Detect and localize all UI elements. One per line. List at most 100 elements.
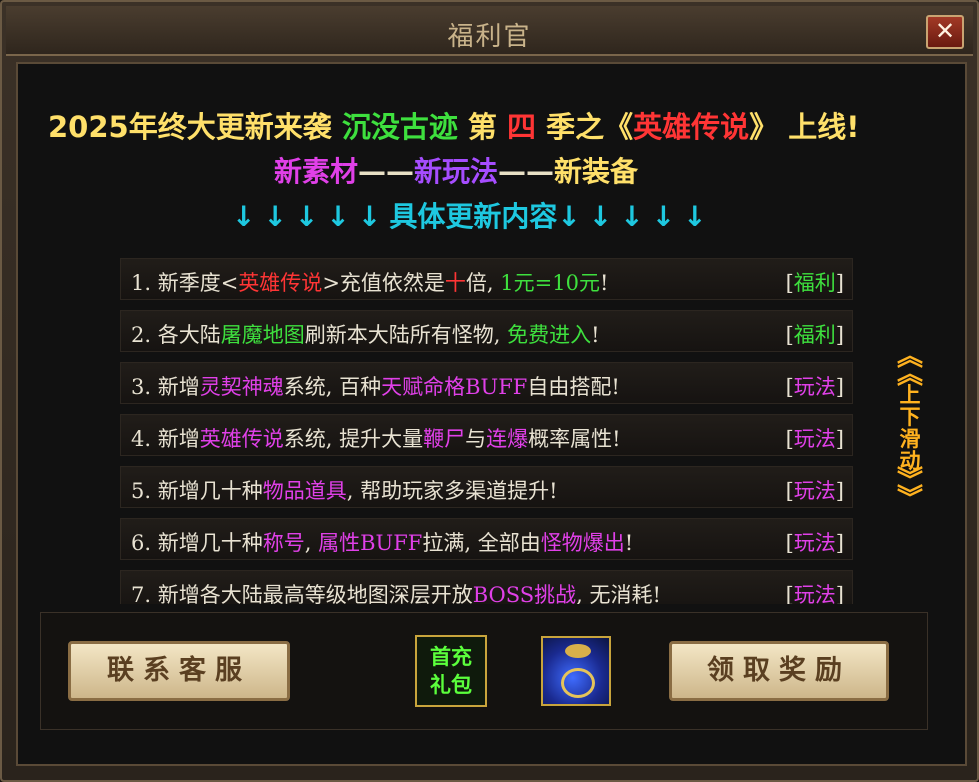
update-text-segment: 2. 各大陆 — [131, 323, 221, 347]
update-tag: [玩法] — [786, 371, 844, 401]
chevron-down-icon: ︾ — [896, 484, 923, 514]
update-tag: [福利] — [786, 267, 844, 297]
bag-knot — [565, 644, 591, 658]
update-text-segment: 称号 — [262, 531, 305, 555]
contact-support-button[interactable]: 联系客服 — [68, 641, 290, 701]
tag-bracket: ] — [835, 427, 844, 451]
first-recharge-gift-icon[interactable]: 首充 礼包 — [415, 635, 487, 707]
update-row: 5. 新增几十种物品道具, 帮助玩家多渠道提升! [玩法] — [120, 466, 853, 508]
update-text: 2. 各大陆屠魔地图刷新本大陆所有怪物, 免费进入! — [131, 319, 600, 349]
tag-bracket: [ — [785, 427, 794, 451]
tag-bracket: ] — [835, 479, 844, 503]
gift-label: 礼包 — [430, 672, 472, 697]
tag-label: 玩法 — [793, 427, 836, 451]
reward-bag-icon[interactable] — [541, 636, 611, 706]
update-tag: [玩法] — [786, 527, 844, 557]
close-button[interactable]: ✕ — [926, 15, 964, 49]
update-row: 7. 新增各大陆最高等级地图深层开放BOSS挑战, 无消耗! [玩法] — [120, 570, 853, 604]
update-text-segment: 与 — [465, 427, 487, 451]
update-text-segment: 灵契神魂 — [199, 375, 284, 399]
update-text-segment: ! — [599, 271, 609, 295]
claim-reward-button[interactable]: 领取奖励 — [669, 641, 889, 701]
update-text-segment: 十 — [444, 271, 466, 295]
down-arrows-left: ↓↓↓↓↓ — [232, 200, 390, 233]
update-row: 4. 新增英雄传说系统, 提升大量鞭尸与连爆概率属性! [玩法] — [120, 414, 853, 456]
update-text-segment: 4. 新增 — [131, 427, 200, 451]
update-text-segment: 刷新本大陆所有怪物, — [304, 323, 508, 347]
tag-label: 福利 — [793, 323, 836, 347]
update-text-segment: 属性BUFF — [318, 531, 423, 555]
tag-bracket: [ — [785, 531, 794, 555]
headline-segment: 英雄传说 — [633, 110, 750, 144]
update-text-segment: 系统, 百种 — [283, 375, 382, 399]
update-text: 6. 新增几十种称号, 属性BUFF拉满, 全部由怪物爆出! — [131, 527, 633, 557]
tag-bracket: ] — [835, 531, 844, 555]
feature-separator: —— — [358, 155, 415, 188]
update-text-segment: 物品道具 — [262, 479, 347, 503]
update-text: 1. 新季度<英雄传说>充值依然是十倍, 1元=10元! — [131, 267, 608, 297]
update-text-segment: 7. 新增各大陆最高等级地图深层开放 — [131, 583, 473, 604]
update-text-segment: , 无消耗! — [576, 583, 661, 604]
scroll-hint-text: 上 — [899, 382, 921, 407]
tag-bracket: ] — [835, 375, 844, 399]
update-text-segment: 免费进入 — [507, 323, 592, 347]
update-tag: [玩法] — [786, 579, 844, 604]
tag-bracket: ] — [835, 583, 844, 604]
details-line: ↓↓↓↓↓具体更新内容↓↓↓↓↓ — [232, 195, 715, 233]
scroll-hint: ︽ ︽ 上 下 滑 动 ︾ ︾ — [890, 344, 930, 526]
feature-new-material: 新素材 — [274, 155, 359, 188]
update-text: 7. 新增各大陆最高等级地图深层开放BOSS挑战, 无消耗! — [131, 579, 661, 604]
tag-bracket: [ — [785, 323, 794, 347]
headline-segment: 》 — [749, 110, 779, 144]
scroll-hint-text: 滑 — [899, 426, 921, 451]
window-title: 福利官 — [447, 22, 532, 52]
tag-bracket: [ — [785, 375, 794, 399]
update-text-segment: ! — [591, 323, 600, 347]
update-text: 5. 新增几十种物品道具, 帮助玩家多渠道提升! — [131, 475, 558, 505]
update-text-segment: 1. 新季度< — [131, 271, 239, 295]
tag-bracket: ] — [835, 323, 844, 347]
update-text-segment: 倍, — [465, 271, 501, 295]
feature-new-equipment: 新装备 — [554, 155, 639, 188]
tag-bracket: [ — [785, 479, 794, 503]
headline-segment: 四 — [507, 110, 537, 144]
update-list[interactable]: 1. 新季度<英雄传说>充值依然是十倍, 1元=10元! [福利] 2. 各大陆屠魔… — [120, 258, 853, 604]
update-text-segment: 1元=10元 — [500, 271, 600, 295]
headline-segment: 《 — [604, 110, 634, 144]
bag-emblem — [561, 668, 595, 698]
scroll-hint-text: 下 — [899, 404, 921, 429]
update-text-segment: ! — [624, 531, 634, 555]
update-text-segment: 6. 新增几十种 — [131, 531, 263, 555]
tag-bracket: ] — [835, 271, 844, 295]
tag-bracket: [ — [785, 271, 794, 295]
update-row: 3. 新增灵契神魂系统, 百种天赋命格BUFF自由搭配! [玩法] — [120, 362, 853, 404]
update-text-segment: >充值依然是 — [322, 271, 445, 295]
down-arrows-right: ↓↓↓↓↓ — [557, 200, 715, 233]
update-text-segment: BOSS挑战 — [472, 583, 577, 604]
update-text-segment: 英雄传说 — [199, 427, 284, 451]
update-text-segment: 拉满, 全部由 — [422, 531, 541, 555]
update-text: 3. 新增灵契神魂系统, 百种天赋命格BUFF自由搭配! — [131, 371, 620, 401]
gift-label: 首充 — [430, 644, 472, 669]
update-text-segment: 英雄传说 — [238, 271, 323, 295]
update-text-segment: , — [304, 531, 319, 555]
tag-label: 玩法 — [793, 531, 836, 555]
feature-line: 新素材——新玩法——新装备 — [274, 150, 638, 188]
update-tag: [福利] — [786, 319, 844, 349]
update-tag: [玩法] — [786, 475, 844, 505]
update-text-segment: 3. 新增 — [131, 375, 200, 399]
feature-separator: —— — [498, 155, 555, 188]
update-tag: [玩法] — [786, 423, 844, 453]
update-text-segment: 屠魔地图 — [220, 323, 305, 347]
update-row: 2. 各大陆屠魔地图刷新本大陆所有怪物, 免费进入! [福利] — [120, 310, 853, 352]
headline-segment: 沉没古迹 — [341, 110, 458, 144]
title-bar: 福利官 — [6, 6, 973, 56]
headline-segment: 季之 — [536, 110, 605, 144]
update-row: 1. 新季度<英雄传说>充值依然是十倍, 1元=10元! [福利] — [120, 258, 853, 300]
tag-bracket: [ — [785, 583, 794, 604]
update-text-segment: 连爆 — [486, 427, 529, 451]
update-text-segment: 系统, 提升大量 — [283, 427, 424, 451]
tag-label: 福利 — [793, 271, 836, 295]
update-text-segment: 鞭尸 — [423, 427, 466, 451]
update-text-segment: 5. 新增几十种 — [131, 479, 263, 503]
